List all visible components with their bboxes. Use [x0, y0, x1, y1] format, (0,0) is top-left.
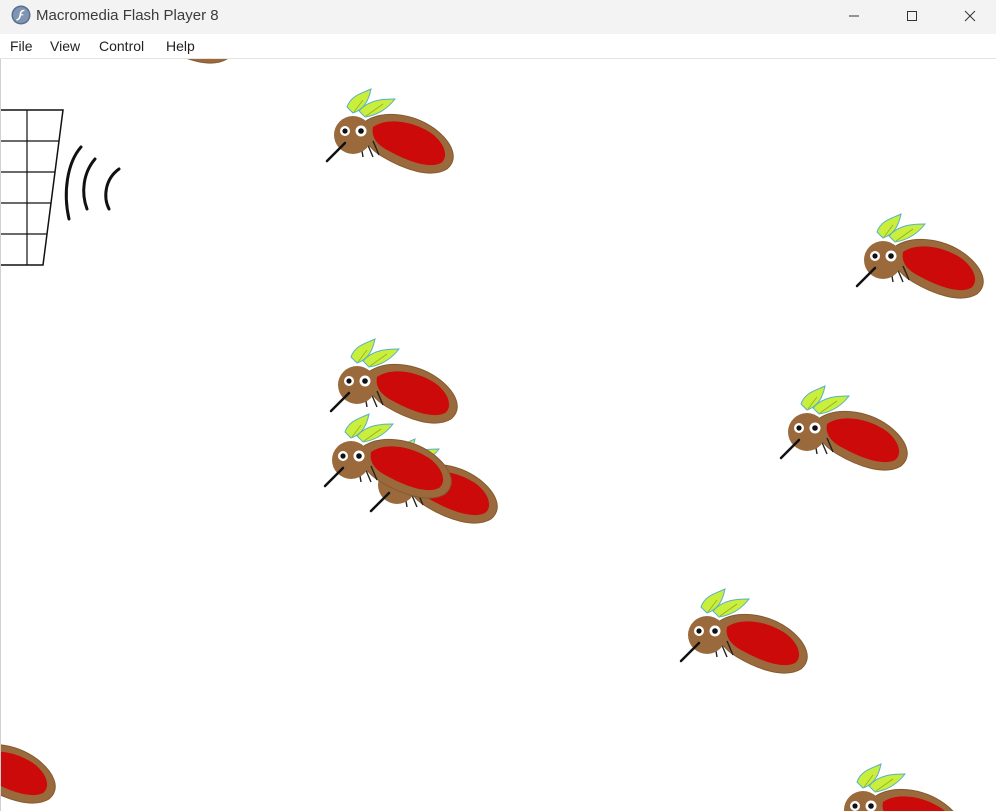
mosquito-sprite[interactable] [1, 717, 57, 805]
mosquito-sprite[interactable] [325, 87, 455, 175]
game-stage[interactable] [0, 59, 996, 811]
minimize-icon [848, 10, 860, 22]
menu-view[interactable]: View [50, 38, 80, 54]
mosquito-sprite[interactable] [779, 384, 909, 472]
maximize-icon [906, 10, 918, 22]
menu-help[interactable]: Help [166, 38, 195, 54]
close-button[interactable] [947, 0, 993, 32]
minimize-button[interactable] [831, 0, 877, 32]
stage-canvas [1, 59, 985, 811]
flash-player-icon [11, 5, 31, 25]
menu-bar: File View Control Help [0, 34, 996, 59]
mosquito-sprite[interactable] [855, 212, 985, 300]
mosquito-sprite[interactable] [679, 587, 809, 675]
mosquito-sprite[interactable] [835, 762, 965, 811]
close-icon [964, 10, 976, 22]
title-bar[interactable]: Macromedia Flash Player 8 [0, 0, 996, 34]
maximize-button[interactable] [889, 0, 935, 32]
window-title: Macromedia Flash Player 8 [36, 7, 219, 24]
menu-control[interactable]: Control [99, 38, 144, 54]
fly-swatter-icon [1, 109, 121, 266]
mosquito-sprite[interactable] [323, 412, 453, 500]
mosquito-sprite[interactable] [105, 59, 235, 65]
mosquito-sprite[interactable] [329, 337, 459, 425]
menu-file[interactable]: File [10, 38, 33, 54]
flash-player-window: Macromedia Flash Player 8 File View Cont… [0, 0, 996, 811]
